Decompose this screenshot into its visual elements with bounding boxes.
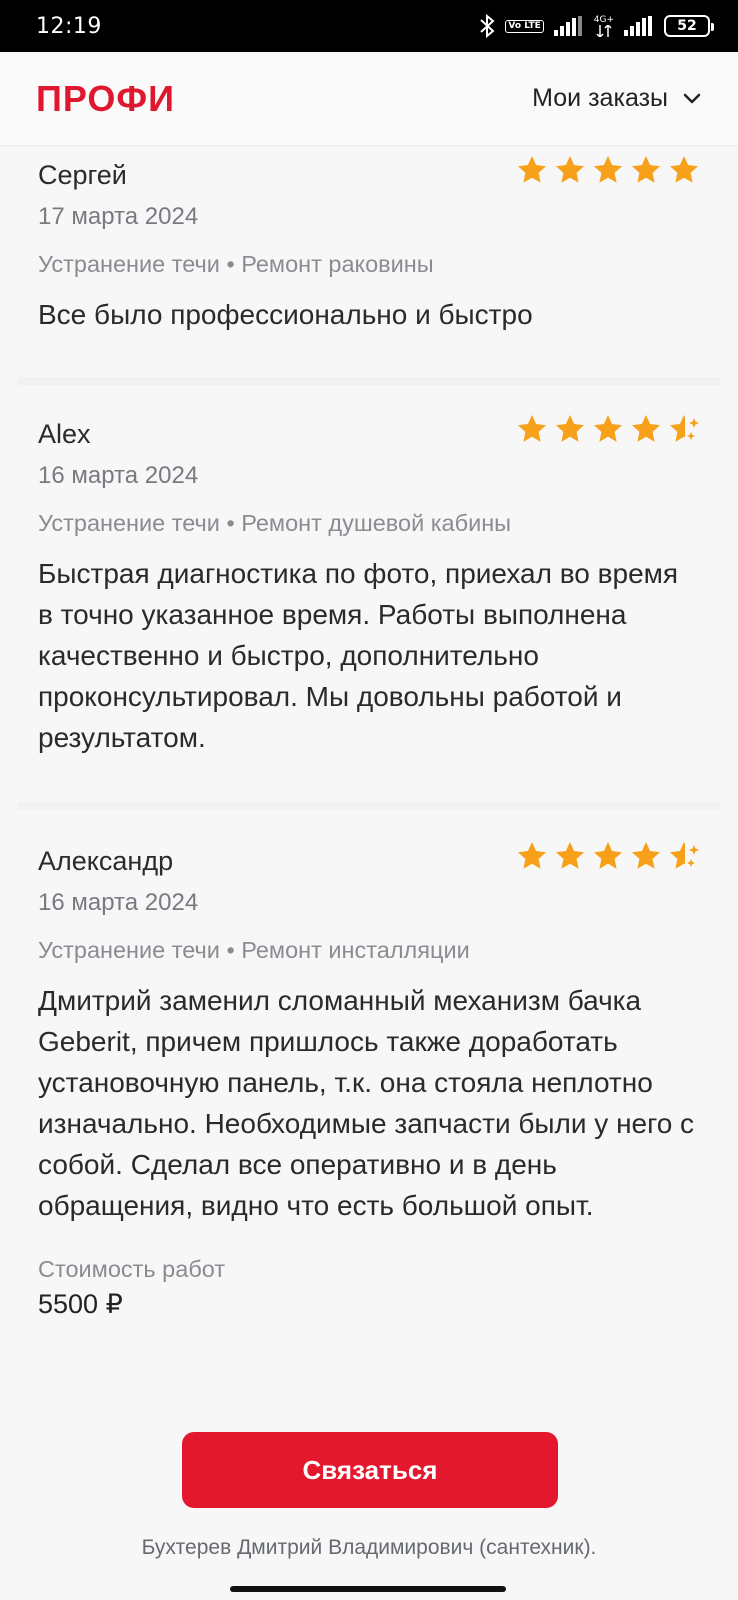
review-card: Alex 16 марта 2024 Устранение течи • Рем… xyxy=(0,415,738,758)
review-services: Устранение течи • Ремонт душевой кабины xyxy=(38,510,512,536)
star-icon xyxy=(592,840,624,872)
my-orders-dropdown[interactable]: Мои заказы xyxy=(532,84,702,113)
chevron-down-icon xyxy=(682,89,702,109)
status-icons: Vo LTE 4G+ 52 xyxy=(479,14,714,38)
star-icon xyxy=(554,840,586,872)
star-icon xyxy=(630,840,662,872)
review-text: Дмитрий заменил сломанный механизм бачка… xyxy=(38,985,695,1221)
volte-icon: Vo LTE xyxy=(505,19,544,33)
profi-logo[interactable]: ПРОФИ xyxy=(36,78,175,120)
review-services: Устранение течи • Ремонт инсталляции xyxy=(38,937,470,963)
star-icon xyxy=(516,840,548,872)
signal-icon-2 xyxy=(624,16,654,36)
reviews-list[interactable]: Сергей 17 марта 2024 Устранение течи • Р… xyxy=(0,147,738,1402)
review-card: Александр 16 марта 2024 Устранение течи … xyxy=(0,842,738,1320)
cost-value: 5500 ₽ xyxy=(38,1289,123,1319)
star-icon xyxy=(668,154,700,186)
star-icon xyxy=(592,154,624,186)
review-services: Устранение течи • Ремонт раковины xyxy=(38,251,434,277)
star-icon xyxy=(630,413,662,445)
review-date: 16 марта 2024 xyxy=(38,889,199,916)
star-icon xyxy=(592,413,624,445)
battery-icon: 52 xyxy=(664,15,714,37)
review-author: Александр xyxy=(38,846,174,876)
my-orders-label: Мои заказы xyxy=(532,84,668,112)
divider xyxy=(18,377,720,385)
status-bar: 12:19 Vo LTE 4G+ 52 xyxy=(0,0,738,52)
rating-stars xyxy=(516,154,700,186)
star-icon xyxy=(630,154,662,186)
review-card: Сергей 17 марта 2024 Устранение течи • Р… xyxy=(0,156,738,335)
specialist-name: Бухтерев Дмитрий Владимирович (сантехник… xyxy=(141,1536,597,1559)
bottom-panel: Связаться Бухтерев Дмитрий Владимирович … xyxy=(0,1402,738,1600)
review-author: Alex xyxy=(38,419,91,449)
network-label: 4G+ xyxy=(593,15,614,25)
contact-button[interactable]: Связаться xyxy=(182,1432,558,1508)
star-icon xyxy=(554,413,586,445)
star-icon xyxy=(516,413,548,445)
review-date: 16 марта 2024 xyxy=(38,462,199,489)
star-icon xyxy=(554,154,586,186)
status-time: 12:19 xyxy=(36,13,102,39)
4g-icon: 4G+ xyxy=(594,15,614,37)
star-icon xyxy=(516,154,548,186)
divider xyxy=(18,802,720,810)
signal-icon xyxy=(553,16,584,36)
rating-stars xyxy=(516,840,700,872)
review-date: 17 марта 2024 xyxy=(38,203,199,230)
review-text: Быстрая диагностика по фото, приехал во … xyxy=(38,558,679,753)
battery-level: 52 xyxy=(677,18,697,34)
app-header: ПРОФИ Мои заказы xyxy=(0,52,738,146)
review-text: Все было профессионально и быстро xyxy=(38,299,533,330)
bluetooth-icon xyxy=(479,14,495,38)
half-star-sparkle-icon xyxy=(668,840,700,872)
review-author: Сергей xyxy=(38,160,127,190)
rating-stars xyxy=(516,413,700,445)
home-indicator[interactable] xyxy=(230,1586,506,1592)
half-star-sparkle-icon xyxy=(668,413,700,445)
cost-label: Стоимость работ xyxy=(38,1256,226,1282)
